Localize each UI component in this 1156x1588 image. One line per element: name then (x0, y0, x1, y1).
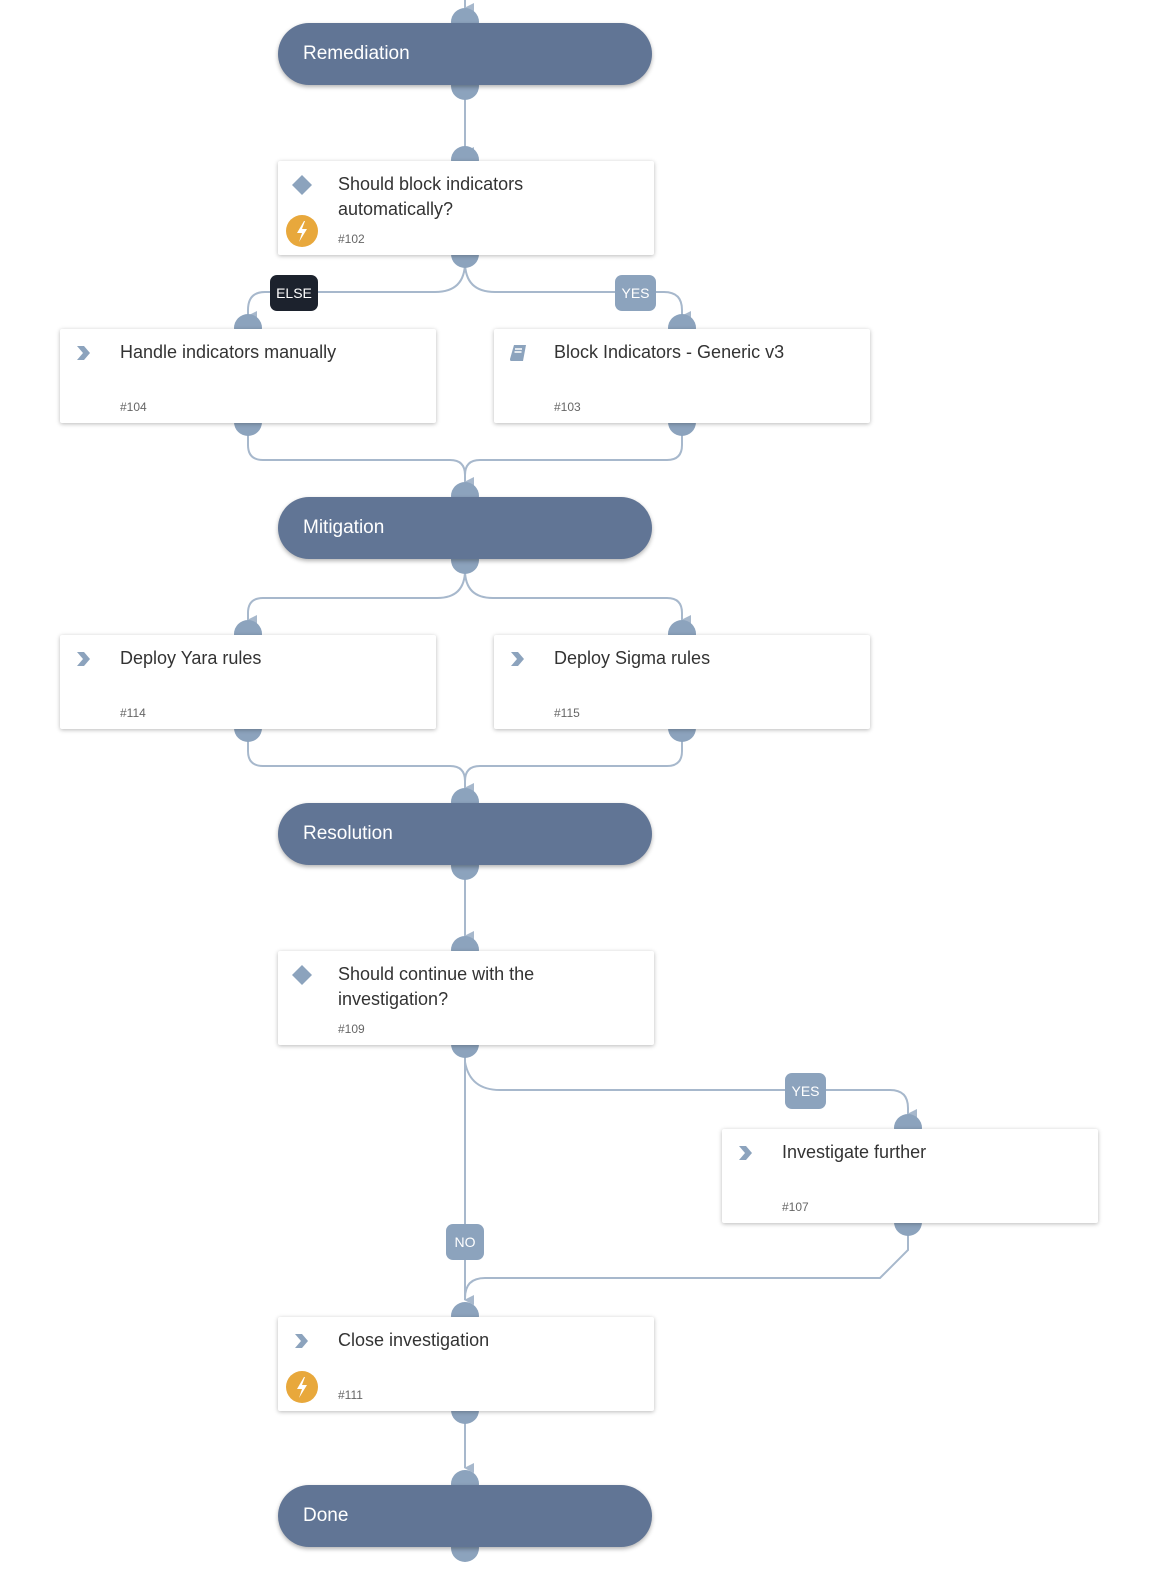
chevron-right-icon (739, 1146, 752, 1160)
task-number: #114 (120, 706, 146, 720)
chevron-right-icon (77, 652, 90, 666)
diamond-icon (292, 965, 312, 985)
task-number: #104 (120, 400, 147, 414)
task-title: Should continue with the investigation? (338, 964, 535, 1009)
book-icon (510, 345, 526, 361)
task-title: Should block indicators automatically? (338, 174, 524, 219)
branch-label-yes[interactable]: YES (615, 275, 656, 311)
edge-109-to-107 (464, 1052, 917, 1119)
branch-label-else[interactable]: ELSE (270, 275, 318, 311)
edge-114-to-resolution (247, 736, 474, 793)
section-label: Remediation (303, 43, 410, 64)
section-done[interactable]: Done (278, 1485, 652, 1547)
task-114[interactable]: Deploy Yara rules #114 (60, 635, 436, 729)
section-resolution[interactable]: Resolution (278, 803, 652, 865)
task-title: Deploy Yara rules (120, 648, 262, 668)
chevron-right-icon (511, 652, 524, 666)
chevron-right-icon (295, 1334, 308, 1348)
edge-107-to-111 (464, 1232, 909, 1299)
task-title: Close investigation (338, 1330, 490, 1350)
task-number: #111 (338, 1388, 363, 1402)
task-107[interactable]: Investigate further #107 (722, 1129, 1098, 1223)
task-109[interactable]: Should continue with the investigation? … (278, 951, 654, 1045)
task-102[interactable]: Should block indicators automatically? #… (278, 161, 654, 255)
edge-mitigation-to-115 (464, 569, 691, 625)
branch-label-yes[interactable]: YES (785, 1073, 826, 1109)
task-number: #103 (554, 400, 581, 414)
task-number: #115 (554, 706, 580, 720)
edge-104-to-mitigation (247, 430, 474, 487)
task-title: Deploy Sigma rules (554, 648, 711, 668)
section-label: Done (303, 1505, 349, 1526)
chevron-right-icon (77, 346, 90, 360)
task-number: #102 (338, 232, 365, 246)
edge-103-to-mitigation (464, 430, 683, 476)
task-104[interactable]: Handle indicators manually #104 (60, 329, 436, 423)
section-label: Mitigation (303, 517, 385, 538)
section-label: Resolution (303, 823, 393, 844)
task-115[interactable]: Deploy Sigma rules #115 (494, 635, 870, 729)
diamond-icon (292, 175, 312, 195)
task-title: Handle indicators manually (120, 342, 337, 362)
automation-bolt-icon (286, 1371, 318, 1403)
task-111[interactable]: Close investigation #111 (278, 1317, 654, 1411)
automation-bolt-icon (286, 215, 318, 247)
task-title: Block Indicators - Generic v3 (554, 342, 785, 362)
task-number: #109 (338, 1022, 365, 1036)
section-remediation[interactable]: Remediation (278, 23, 652, 85)
task-number: #107 (782, 1200, 809, 1214)
edge-115-to-resolution (464, 736, 683, 782)
branch-label-no[interactable]: NO (446, 1224, 484, 1260)
edge-mitigation-to-114 (247, 569, 466, 625)
task-103[interactable]: Block Indicators - Generic v3 #103 (494, 329, 870, 423)
section-mitigation[interactable]: Mitigation (278, 497, 652, 559)
task-title: Investigate further (782, 1142, 927, 1162)
